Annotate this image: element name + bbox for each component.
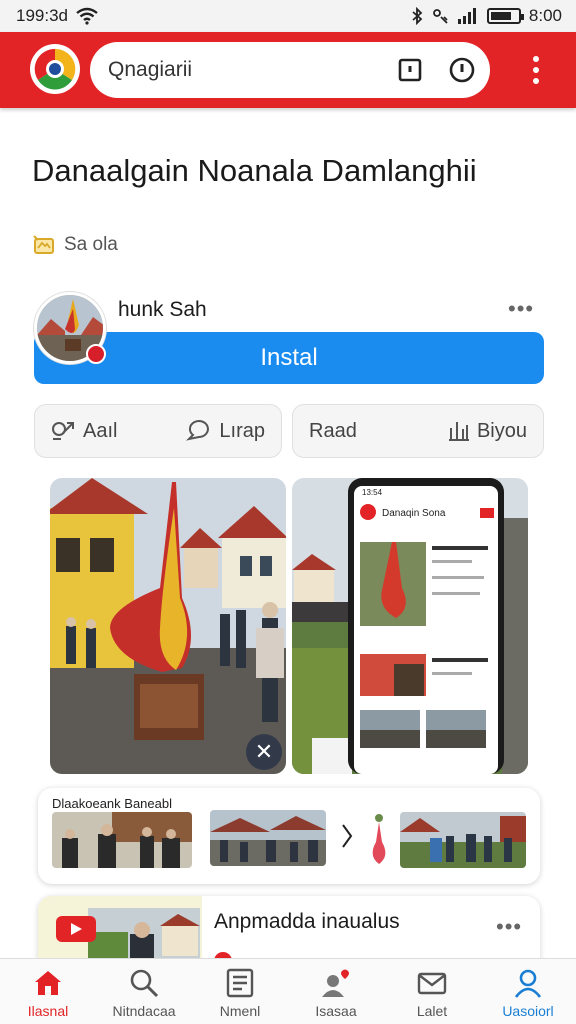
nav-mail-label: Lalet	[416, 1003, 448, 1019]
search-bar[interactable]	[90, 42, 490, 98]
nav-list-label: Nmenl	[219, 1003, 261, 1019]
status-bar: 199:3d 8:00	[0, 0, 576, 32]
nav-mail[interactable]: Lalet	[384, 959, 480, 1024]
action-biyou-label: Biyou	[476, 419, 527, 442]
related-thumb-2[interactable]	[210, 810, 326, 866]
screenshot-2[interactable]: 13:54 Danaqin Sona	[292, 478, 528, 774]
related-thumb-3[interactable]	[368, 812, 390, 868]
verified-badge-icon	[86, 344, 106, 364]
signal-icon	[457, 8, 476, 24]
nav-account-label: Uasoiorl	[502, 1003, 554, 1019]
nav-home[interactable]: Ilasnal	[0, 959, 96, 1024]
developer-more-icon[interactable]: •••	[508, 296, 534, 322]
status-time: 199:3d	[16, 6, 68, 25]
related-strip: Dlaakoeank Baneabl	[38, 788, 540, 884]
action-chip-left: Aaıl Lırap	[34, 404, 282, 458]
action-chip-right: Raad Biyou	[292, 404, 544, 458]
browser-logo-icon[interactable]	[30, 44, 80, 94]
user-heart-icon	[322, 969, 349, 997]
related-thumb-1[interactable]	[52, 812, 192, 868]
category-icon	[33, 235, 54, 254]
action-share[interactable]: Aaıl	[51, 419, 117, 443]
action-wrap-label: Lırap	[219, 419, 265, 442]
nav-search-label: Nitndacaa	[112, 1003, 176, 1019]
stats-icon	[448, 422, 469, 441]
battery-icon	[486, 8, 524, 24]
overflow-menu-icon[interactable]	[526, 54, 546, 86]
action-read[interactable]: Raad	[309, 420, 357, 443]
wifi-icon	[76, 7, 98, 25]
developer-name[interactable]: hunk Sah	[118, 298, 207, 322]
related-app-title: Anpmadda inaualus	[214, 910, 400, 933]
app-category[interactable]: Sa ola	[32, 234, 118, 256]
mail-icon	[417, 972, 447, 995]
home-icon	[35, 971, 61, 995]
close-icon[interactable]: ✕	[246, 734, 282, 770]
search-icon	[130, 969, 159, 998]
phone-header: Danaqin Sona	[382, 508, 446, 519]
nav-home-label: Ilasnal	[27, 1003, 69, 1019]
action-biyou[interactable]: Biyou	[447, 419, 527, 443]
tab-switcher-icon[interactable]	[396, 56, 424, 84]
action-wrap[interactable]: Lırap	[185, 419, 265, 443]
related-app-more-icon[interactable]: •••	[496, 914, 522, 940]
comment-icon	[186, 420, 210, 441]
bluetooth-icon	[412, 7, 423, 25]
nav-social[interactable]: Isasaa	[288, 959, 384, 1024]
info-icon[interactable]	[448, 56, 476, 84]
screenshot-carousel[interactable]: 13:54 Danaqin Sona	[50, 478, 528, 774]
app-title: Danaalgain Noanala Damlanghii	[32, 153, 477, 188]
vibrate-icon	[433, 9, 448, 24]
action-share-label: Aaıl	[83, 419, 118, 442]
share-icon	[52, 422, 74, 440]
related-title: Dlaakoeank Baneabl	[52, 796, 172, 811]
status-clock: 8:00	[528, 6, 562, 25]
list-icon	[226, 968, 254, 998]
category-label: Sa ola	[64, 234, 118, 255]
chevron-right-icon[interactable]	[340, 822, 354, 850]
install-button[interactable]: Instal	[34, 332, 544, 384]
nav-account[interactable]: Uasoiorl	[480, 959, 576, 1024]
screenshot-1[interactable]	[50, 478, 286, 774]
person-icon	[514, 969, 542, 998]
phone-time: 13:54	[362, 488, 383, 497]
bottom-navigation: Ilasnal Nitndacaa Nmenl Isasaa Lalet Uas…	[0, 958, 576, 1024]
related-thumb-4[interactable]	[400, 812, 526, 868]
search-input[interactable]	[108, 58, 368, 82]
nav-social-label: Isasaa	[315, 1003, 357, 1019]
nav-search[interactable]: Nitndacaa	[96, 959, 192, 1024]
top-toolbar	[0, 32, 576, 108]
nav-list[interactable]: Nmenl	[192, 959, 288, 1024]
